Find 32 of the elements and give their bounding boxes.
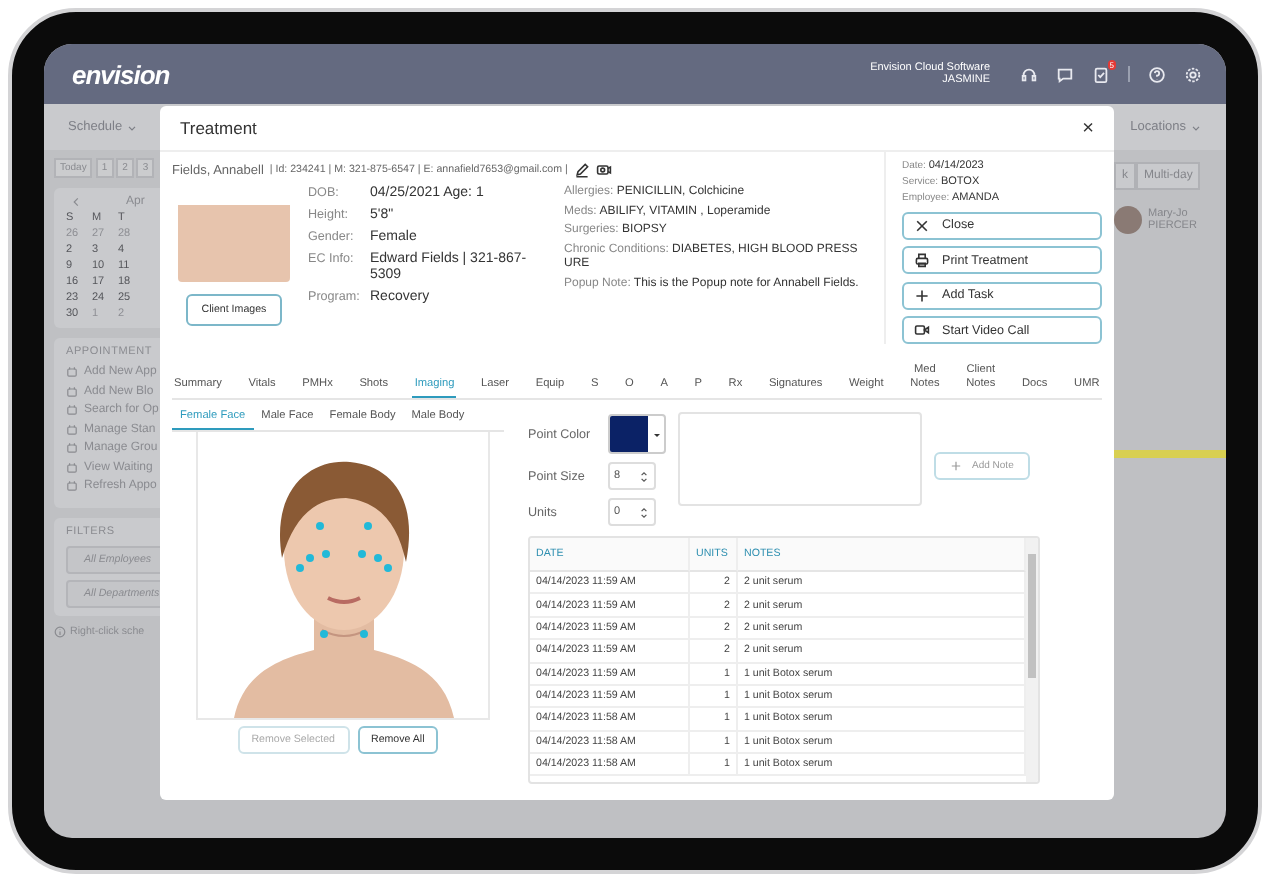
close-button[interactable]: × xyxy=(1082,117,1094,139)
video-camera-icon xyxy=(914,322,930,338)
avatar xyxy=(1114,206,1142,234)
chevron-left-icon xyxy=(70,196,82,208)
calendar-icon xyxy=(66,366,78,378)
calendar-icon xyxy=(66,404,78,416)
calendar-icon xyxy=(66,480,78,492)
spinner-arrows-icon xyxy=(638,503,650,521)
calendar-icon xyxy=(66,442,78,454)
close-icon xyxy=(914,217,930,233)
printer-icon xyxy=(914,252,930,268)
chevron-down-icon xyxy=(1190,121,1202,133)
calendar-icon xyxy=(66,423,78,435)
dialog-title: Treatment xyxy=(180,118,257,138)
calendar-icon xyxy=(66,385,78,397)
spinner-arrows-icon xyxy=(638,467,650,485)
pencil-icon xyxy=(573,162,590,178)
app-logo: envision xyxy=(72,59,170,89)
help-icon xyxy=(54,625,66,637)
color-picker[interactable] xyxy=(608,414,666,454)
help-icon xyxy=(1148,65,1166,83)
chat-icon xyxy=(1056,65,1074,83)
calendar-icon xyxy=(66,461,78,473)
note-field[interactable] xyxy=(678,412,922,506)
plus-icon xyxy=(914,287,930,303)
plus-icon xyxy=(950,460,962,472)
camera-icon xyxy=(595,162,612,178)
scrollbar[interactable] xyxy=(1026,538,1038,782)
settings-icon xyxy=(1184,65,1202,83)
caret-icon xyxy=(651,429,661,439)
clipboard-icon xyxy=(1092,65,1110,83)
chevron-down-icon xyxy=(126,121,139,133)
